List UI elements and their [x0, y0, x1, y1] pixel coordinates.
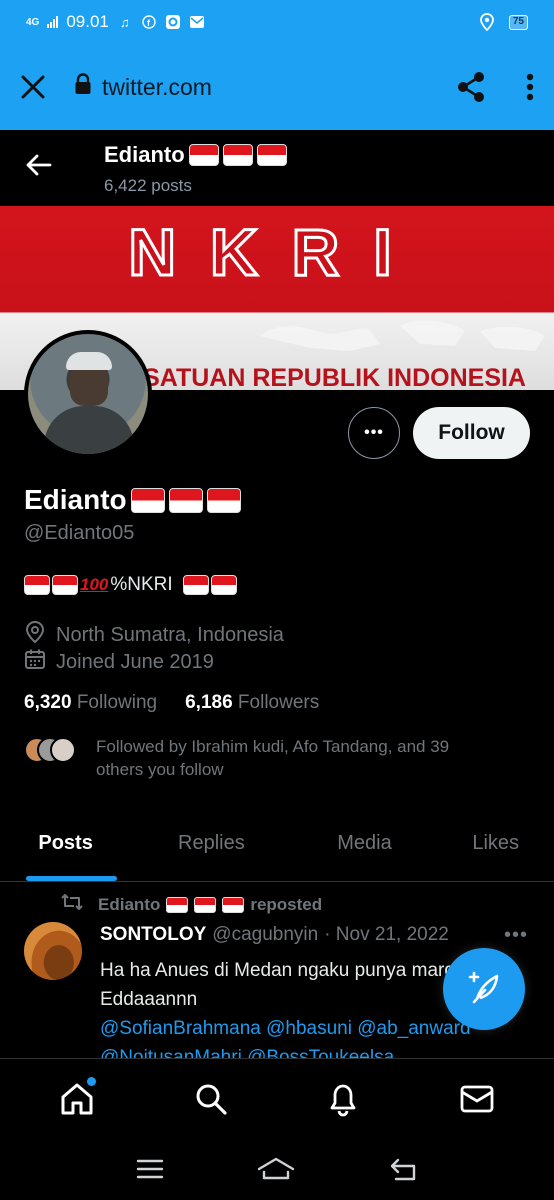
- follow-counts: 6,320 Following 6,186 Followers: [24, 692, 319, 714]
- post-header: SONTOLOY @cagubnyin · Nov 21, 2022: [100, 924, 449, 946]
- following-link[interactable]: 6,320 Following: [24, 692, 157, 714]
- network-type: 4G: [26, 16, 40, 28]
- back-arrow-icon[interactable]: [22, 148, 56, 182]
- post-author-avatar[interactable]: [24, 922, 82, 980]
- repost-icon: [60, 893, 84, 916]
- profile-avatar[interactable]: [24, 330, 152, 458]
- tab-posts[interactable]: Posts: [0, 812, 131, 881]
- location-icon: [479, 13, 495, 31]
- avatar: [50, 737, 76, 763]
- flag-indonesia-icon: [166, 896, 189, 913]
- message-notification-icon: [189, 14, 205, 30]
- flag-indonesia-icon: [182, 575, 209, 595]
- system-navigation: [0, 1138, 554, 1200]
- home-icon[interactable]: [59, 1076, 97, 1117]
- profile-handle: @Edianto05: [24, 522, 135, 544]
- flag-indonesia-icon: [222, 144, 253, 166]
- bio-text: %NKRI: [110, 574, 173, 595]
- battery-indicator: 75: [508, 14, 528, 30]
- status-bar: 4G 09.01 ♫ f 75: [0, 0, 554, 44]
- profile-topbar: Edianto 6,422 posts: [0, 130, 554, 206]
- flag-indonesia-icon: [52, 575, 78, 595]
- post-more-icon[interactable]: •••: [504, 924, 528, 947]
- banner-title: NKRI: [127, 214, 426, 291]
- flag-indonesia-icon: [130, 487, 165, 513]
- home-system-icon[interactable]: [256, 1156, 296, 1182]
- flag-indonesia-icon: [222, 896, 245, 913]
- bell-icon[interactable]: [326, 1081, 360, 1117]
- header-title: Edianto: [104, 142, 287, 168]
- mail-icon[interactable]: [459, 1084, 495, 1114]
- search-icon[interactable]: [194, 1082, 228, 1116]
- facebook-icon: f: [141, 14, 157, 30]
- profile-joined: Joined June 2019: [24, 648, 524, 676]
- app-notification-icon: [165, 14, 181, 30]
- followers-link[interactable]: 6,186 Followers: [185, 692, 319, 714]
- profile-location: North Sumatra, Indonesia: [24, 620, 524, 650]
- profile-name: Edianto: [24, 484, 241, 516]
- profile-tabs: Posts Replies Media Likes: [0, 812, 554, 882]
- unread-dot: [87, 1076, 97, 1086]
- header-post-count: 6,422 posts: [104, 176, 192, 195]
- post-author-name[interactable]: SONTOLOY: [100, 924, 206, 946]
- url-text: twitter.com: [102, 73, 212, 100]
- clock: 09.01: [66, 12, 109, 31]
- flag-indonesia-icon: [188, 144, 219, 166]
- recent-apps-icon[interactable]: [136, 1158, 164, 1180]
- followed-by-text: Followed by Ibrahim kudi, Afo Tandang, a…: [96, 737, 450, 779]
- share-icon[interactable]: [456, 71, 486, 103]
- followed-by[interactable]: Followed by Ibrahim kudi, Afo Tandang, a…: [24, 735, 496, 781]
- follower-avatars: [24, 735, 76, 763]
- post-date[interactable]: · Nov 21, 2022: [324, 924, 449, 946]
- close-icon[interactable]: [20, 74, 46, 100]
- profile-bio: 100 %NKRI: [24, 574, 237, 596]
- repost-indicator: Edianto reposted: [60, 893, 322, 916]
- tab-replies[interactable]: Replies: [131, 812, 291, 881]
- tab-media[interactable]: Media: [292, 812, 438, 881]
- header-name: Edianto: [104, 142, 185, 167]
- lock-icon: [74, 73, 92, 101]
- compose-feather-icon: [464, 967, 504, 1012]
- flag-indonesia-icon: [24, 575, 50, 595]
- more-dots-icon: •••: [364, 424, 384, 441]
- banner-subtitle: KESATUAN REPUBLIK INDONESIA: [108, 364, 526, 390]
- signal-icon: [47, 16, 59, 28]
- url-bar[interactable]: twitter.com: [74, 73, 212, 101]
- back-system-icon[interactable]: [388, 1156, 418, 1182]
- calendar-icon: [24, 648, 46, 676]
- hundred-points-icon: 100: [80, 575, 109, 594]
- music-icon: ♫: [120, 14, 130, 30]
- bottom-navigation: [0, 1058, 554, 1138]
- follow-button[interactable]: Follow: [413, 407, 530, 459]
- flag-indonesia-icon: [168, 487, 203, 513]
- compose-post-button[interactable]: [443, 948, 525, 1030]
- flag-indonesia-icon: [206, 487, 241, 513]
- svg-text:f: f: [147, 18, 151, 28]
- post-author-handle: @cagubnyin: [212, 924, 319, 945]
- banner-map-illustration: [260, 320, 545, 351]
- browser-toolbar: twitter.com: [0, 44, 554, 130]
- kebab-menu-icon[interactable]: [526, 73, 534, 101]
- flag-indonesia-icon: [210, 575, 237, 595]
- location-pin-icon: [24, 620, 46, 650]
- profile-more-button[interactable]: •••: [348, 407, 400, 459]
- flag-indonesia-icon: [256, 144, 287, 166]
- tab-likes[interactable]: Likes: [437, 812, 554, 881]
- flag-indonesia-icon: [194, 896, 217, 913]
